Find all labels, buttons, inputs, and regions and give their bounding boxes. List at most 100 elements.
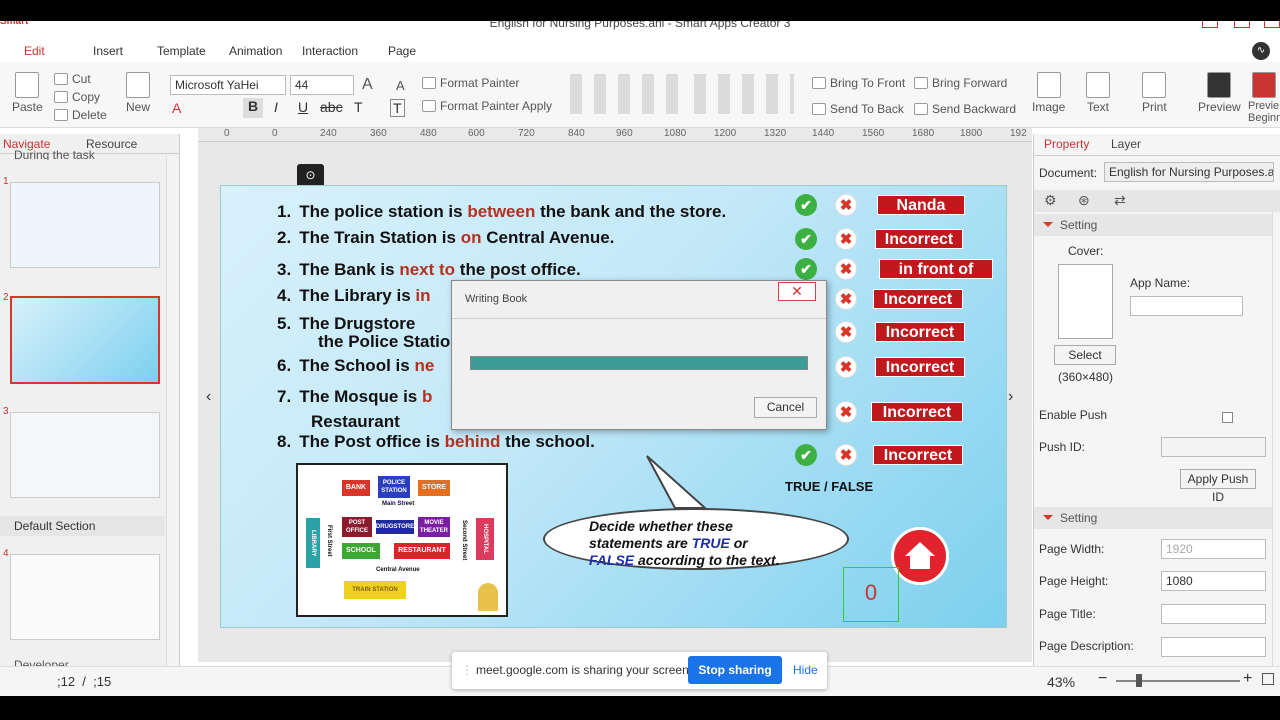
- preview-beginning-button[interactable]: Previe Beginn: [1248, 72, 1280, 124]
- question-text: the bank and the store.: [535, 202, 727, 221]
- page-description-field[interactable]: [1161, 637, 1266, 657]
- send-to-back-button[interactable]: Send To Back: [812, 102, 904, 116]
- cross-mark-icon[interactable]: ✖: [835, 194, 857, 216]
- check-mark-icon[interactable]: ✔: [795, 228, 817, 250]
- align-objects-icon[interactable]: [694, 74, 794, 114]
- image-button[interactable]: Image: [1032, 72, 1065, 114]
- app-name-field[interactable]: [1130, 296, 1243, 316]
- text-style-icon[interactable]: T: [354, 99, 363, 115]
- menu-insert[interactable]: Insert: [93, 44, 123, 58]
- right-panel-scrollbar[interactable]: [1272, 212, 1280, 666]
- push-id-field[interactable]: [1161, 437, 1266, 457]
- thumbnail-number: 3: [3, 406, 9, 417]
- menu-animation[interactable]: Animation: [229, 44, 282, 58]
- ruler-tick: 480: [420, 128, 437, 139]
- compass-icon[interactable]: ⊛: [1078, 192, 1090, 209]
- gear-icon[interactable]: ⚙: [1044, 192, 1057, 209]
- bring-forward-button[interactable]: Bring Forward: [914, 76, 1007, 90]
- send-backward-button[interactable]: Send Backward: [914, 102, 1016, 116]
- preview-button[interactable]: Preview: [1198, 72, 1241, 114]
- tab-property[interactable]: Property: [1044, 137, 1089, 151]
- setting-section-2[interactable]: Setting: [1034, 507, 1280, 529]
- italic-icon[interactable]: I: [274, 99, 278, 115]
- check-mark-icon[interactable]: ✔: [795, 194, 817, 216]
- text-color-icon[interactable]: A: [172, 100, 181, 116]
- cover-preview[interactable]: [1058, 264, 1113, 339]
- next-page-arrow[interactable]: ›: [1008, 388, 1013, 406]
- cross-mark-icon[interactable]: ✖: [835, 321, 857, 343]
- page-title-field[interactable]: [1161, 604, 1266, 624]
- tab-layer[interactable]: Layer: [1111, 137, 1141, 151]
- enable-push-label: Enable Push: [1039, 408, 1108, 422]
- setting-section-1[interactable]: Setting: [1034, 214, 1280, 236]
- dialog-close-button[interactable]: ✕: [778, 282, 816, 301]
- menu-template[interactable]: Template: [157, 44, 206, 58]
- zoom-slider[interactable]: [1116, 680, 1240, 682]
- font-family-select[interactable]: Microsoft YaHei: [170, 75, 286, 95]
- question-text: the Police Statio: [318, 332, 451, 351]
- align-list-icon[interactable]: [570, 74, 680, 114]
- check-mark-icon[interactable]: ✔: [795, 258, 817, 280]
- new-button[interactable]: New: [126, 72, 150, 114]
- page-height-field[interactable]: 1080: [1161, 571, 1266, 591]
- check-mark-icon[interactable]: ✔: [795, 444, 817, 466]
- cover-select-button[interactable]: Select: [1054, 345, 1116, 365]
- increase-font-icon[interactable]: A: [362, 76, 373, 94]
- slide-thumbnail-3[interactable]: [10, 412, 160, 498]
- font-size-select[interactable]: 44: [290, 75, 354, 95]
- tab-navigate[interactable]: Navigate: [3, 137, 50, 151]
- cross-mark-icon[interactable]: ✖: [835, 444, 857, 466]
- fit-screen-icon[interactable]: [1262, 673, 1274, 685]
- format-painter-button[interactable]: Format Painter: [422, 76, 519, 90]
- cross-mark-icon[interactable]: ✖: [835, 288, 857, 310]
- swap-icon[interactable]: ⇄: [1114, 192, 1126, 209]
- menu-edit[interactable]: Edit: [24, 44, 45, 58]
- strikethrough-icon[interactable]: abc: [320, 99, 343, 115]
- left-panel-scrollbar[interactable]: [166, 156, 179, 666]
- bring-to-front-button[interactable]: Bring To Front: [812, 76, 905, 90]
- share-message: meet.google.com is sharing your screen.: [476, 663, 693, 677]
- activity-icon[interactable]: ∿: [1252, 42, 1270, 60]
- previous-page-arrow[interactable]: ‹: [206, 388, 211, 406]
- brush-apply-icon: [422, 100, 436, 112]
- bold-icon[interactable]: B: [243, 98, 263, 118]
- document-field[interactable]: English for Nursing Purposes.a: [1104, 162, 1274, 182]
- cancel-button[interactable]: Cancel: [754, 397, 817, 418]
- menu-page[interactable]: Page: [388, 44, 416, 58]
- underline-icon[interactable]: U: [298, 99, 308, 115]
- home-button[interactable]: [891, 527, 949, 585]
- slide-thumbnail-4[interactable]: [10, 554, 160, 640]
- stop-sharing-button[interactable]: Stop sharing: [688, 656, 782, 684]
- print-button[interactable]: Print: [1142, 72, 1167, 114]
- apply-push-id-button[interactable]: Apply Push ID: [1180, 469, 1256, 504]
- map-bank: BANK: [342, 480, 370, 496]
- delete-button[interactable]: Delete: [54, 108, 107, 122]
- menu-interaction[interactable]: Interaction: [302, 44, 358, 58]
- text-button[interactable]: Text: [1086, 72, 1110, 114]
- page-width-field[interactable]: 1920: [1161, 539, 1266, 559]
- writing-book-dialog: Writing Book ✕ Cancel: [451, 280, 827, 430]
- cross-mark-icon[interactable]: ✖: [835, 258, 857, 280]
- default-section[interactable]: Default Section: [0, 516, 165, 536]
- zoom-out-icon[interactable]: −: [1098, 670, 1107, 688]
- ruler-tick: 240: [320, 128, 337, 139]
- format-painter-apply-button[interactable]: Format Painter Apply: [422, 99, 552, 113]
- tab-resource[interactable]: Resource: [86, 137, 137, 151]
- ruler-tick: 1080: [664, 128, 687, 139]
- slide-thumbnail-1[interactable]: [10, 182, 160, 268]
- zoom-slider-handle[interactable]: [1136, 674, 1142, 687]
- zoom-in-icon[interactable]: +: [1243, 670, 1252, 688]
- cross-mark-icon[interactable]: ✖: [835, 356, 857, 378]
- cut-button[interactable]: Cut: [54, 72, 91, 86]
- slide-thumbnail-2[interactable]: [10, 296, 160, 384]
- cross-mark-icon[interactable]: ✖: [835, 401, 857, 423]
- decrease-font-icon[interactable]: A: [396, 78, 405, 93]
- paste-button[interactable]: Paste: [12, 72, 43, 114]
- answer-label: Incorrect: [871, 402, 963, 422]
- enable-push-checkbox[interactable]: [1222, 412, 1233, 423]
- text-box-icon[interactable]: T: [390, 99, 405, 117]
- cross-mark-icon[interactable]: ✖: [835, 228, 857, 250]
- drag-handle-icon[interactable]: ⋮: [461, 663, 473, 677]
- copy-button[interactable]: Copy: [54, 90, 100, 104]
- hide-share-bar-link[interactable]: Hide: [793, 663, 818, 677]
